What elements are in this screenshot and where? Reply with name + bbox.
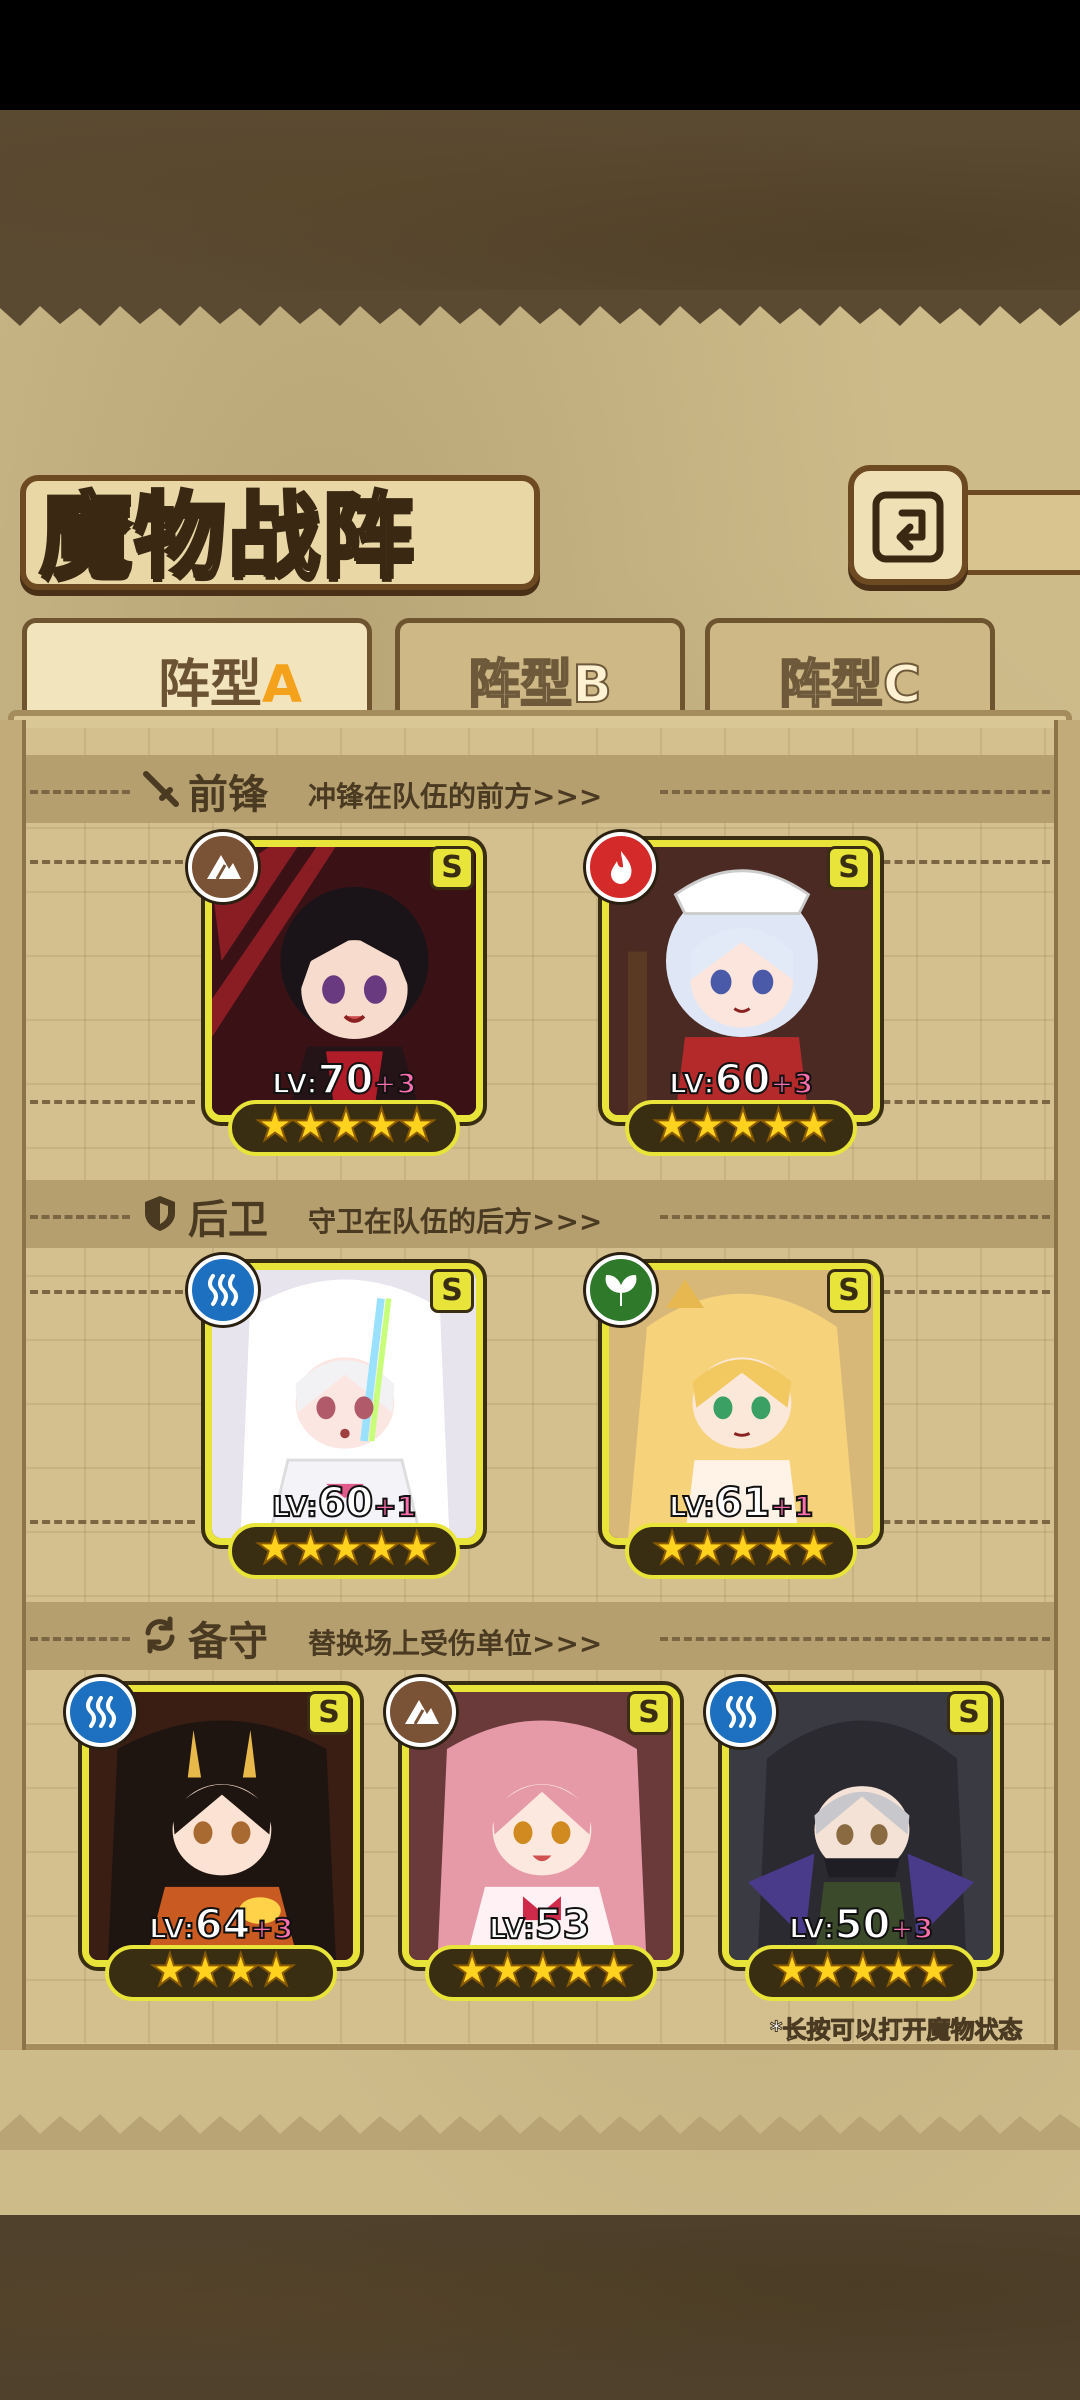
level-value: 53 — [534, 1901, 592, 1949]
section-title-reserve: 备守 — [188, 1618, 268, 1665]
level-value: 60 — [317, 1479, 375, 1527]
star-rating: ★★★★ — [149, 1945, 297, 1996]
level-value: 50 — [834, 1901, 892, 1949]
panel-frame-left — [0, 720, 26, 2050]
star-rating: ★★★★★ — [451, 1945, 634, 1996]
level-prefix: LV: — [148, 1911, 196, 1946]
map-background-bottom — [0, 2215, 1080, 2400]
level-prefix: LV: — [668, 1489, 716, 1524]
level-bonus: +1 — [372, 1489, 417, 1524]
star-rating: ★★★★★ — [651, 1523, 834, 1574]
level-value: 60 — [714, 1056, 772, 1104]
water-element-icon — [726, 1696, 756, 1728]
level-value: 70 — [317, 1056, 375, 1104]
monster-level: LV:61+1 — [668, 1479, 814, 1527]
panel-frame-right — [1054, 720, 1080, 2050]
torn-edge-top — [0, 290, 1080, 326]
level-bonus: +3 — [889, 1911, 934, 1946]
level-prefix: LV: — [668, 1066, 716, 1101]
star-rating: ★★★★★ — [254, 1523, 437, 1574]
divider — [30, 1290, 195, 1294]
divider — [870, 1290, 1050, 1294]
level-bonus: +1 — [769, 1489, 814, 1524]
earth-element-icon — [405, 1700, 439, 1725]
rank-badge: S — [947, 1691, 991, 1735]
divider — [870, 860, 1050, 864]
level-bonus: +3 — [249, 1911, 294, 1946]
level-prefix: LV: — [788, 1911, 836, 1946]
tab-c-prefix: 阵型 — [778, 654, 884, 716]
water-element-icon — [208, 1274, 238, 1306]
torn-edge-bottom — [0, 2114, 1080, 2150]
element-badge — [586, 832, 656, 902]
monster-level: LV:60+3 — [668, 1056, 814, 1104]
rank-badge: S — [827, 846, 871, 890]
page-title: 魔物战阵 — [38, 480, 417, 592]
tab-b-letter: B — [571, 654, 613, 716]
level-bonus: +3 — [372, 1066, 417, 1101]
tab-a-prefix: 阵型 — [157, 655, 262, 715]
divider — [30, 1637, 130, 1641]
level-value: 61 — [714, 1479, 772, 1527]
back-arrow-icon — [872, 491, 944, 563]
section-title-rear: 后卫 — [188, 1196, 268, 1243]
divider — [30, 1100, 195, 1104]
swap-icon — [145, 1616, 175, 1654]
element-badge — [188, 1255, 258, 1325]
section-title-front: 前锋 — [188, 771, 268, 818]
tab-c-letter: C — [882, 654, 922, 716]
sword-icon — [143, 771, 179, 807]
element-badge — [706, 1677, 776, 1747]
rank-badge: S — [307, 1691, 351, 1735]
divider — [30, 1520, 195, 1524]
rank-badge: S — [430, 846, 474, 890]
element-badge — [66, 1677, 136, 1747]
earth-element-icon — [207, 855, 241, 880]
tab-formation-b-label: 阵型B — [430, 642, 650, 716]
divider — [30, 860, 195, 864]
fire-element-icon — [611, 851, 632, 884]
level-value: 64 — [194, 1901, 252, 1949]
rank-badge: S — [430, 1269, 474, 1313]
level-prefix: LV: — [488, 1911, 536, 1946]
star-rating: ★★★★★ — [651, 1100, 834, 1151]
monster-level: LV:60+1 — [271, 1479, 417, 1527]
star-rating: ★★★★★ — [771, 1945, 954, 1996]
tab-formation-c-label: 阵型C — [740, 642, 960, 716]
divider — [660, 1215, 1050, 1219]
level-prefix: LV: — [271, 1489, 319, 1524]
tab-a-letter: A — [261, 655, 303, 715]
tab-b-prefix: 阵型 — [467, 654, 573, 716]
divider — [870, 1100, 1050, 1104]
back-button[interactable] — [848, 465, 968, 585]
section-desc-reserve: 替换场上受伤单位>>> — [308, 1627, 603, 1660]
rank-badge: S — [627, 1691, 671, 1735]
shield-icon — [145, 1196, 175, 1231]
divider — [660, 1637, 1050, 1641]
element-badge — [586, 1255, 656, 1325]
rank-badge: S — [827, 1269, 871, 1313]
monster-level: LV:70+3 — [271, 1056, 417, 1104]
monster-level: LV:53 — [488, 1901, 592, 1949]
section-desc-front: 冲锋在队伍的前方>>> — [308, 780, 603, 813]
monster-level: LV:50+3 — [788, 1901, 934, 1949]
level-bonus: +3 — [769, 1066, 814, 1101]
map-background-top — [0, 110, 1080, 300]
long-press-hint: *长按可以打开魔物状态 — [770, 2016, 1024, 2045]
back-button-rail — [962, 490, 1080, 575]
element-badge — [188, 832, 258, 902]
section-desc-rear: 守卫在队伍的后方>>> — [308, 1205, 603, 1238]
element-badge — [386, 1677, 456, 1747]
divider — [870, 1520, 1050, 1524]
divider — [660, 790, 1050, 794]
divider — [30, 790, 130, 794]
divider — [30, 1215, 130, 1219]
star-rating: ★★★★★ — [254, 1100, 437, 1151]
status-bar — [0, 0, 1080, 110]
water-element-icon — [86, 1696, 116, 1728]
leaf-element-icon — [605, 1274, 637, 1306]
level-prefix: LV: — [271, 1066, 319, 1101]
tab-formation-a-label: 阵型A — [110, 642, 350, 715]
monster-level: LV:64+3 — [148, 1901, 294, 1949]
